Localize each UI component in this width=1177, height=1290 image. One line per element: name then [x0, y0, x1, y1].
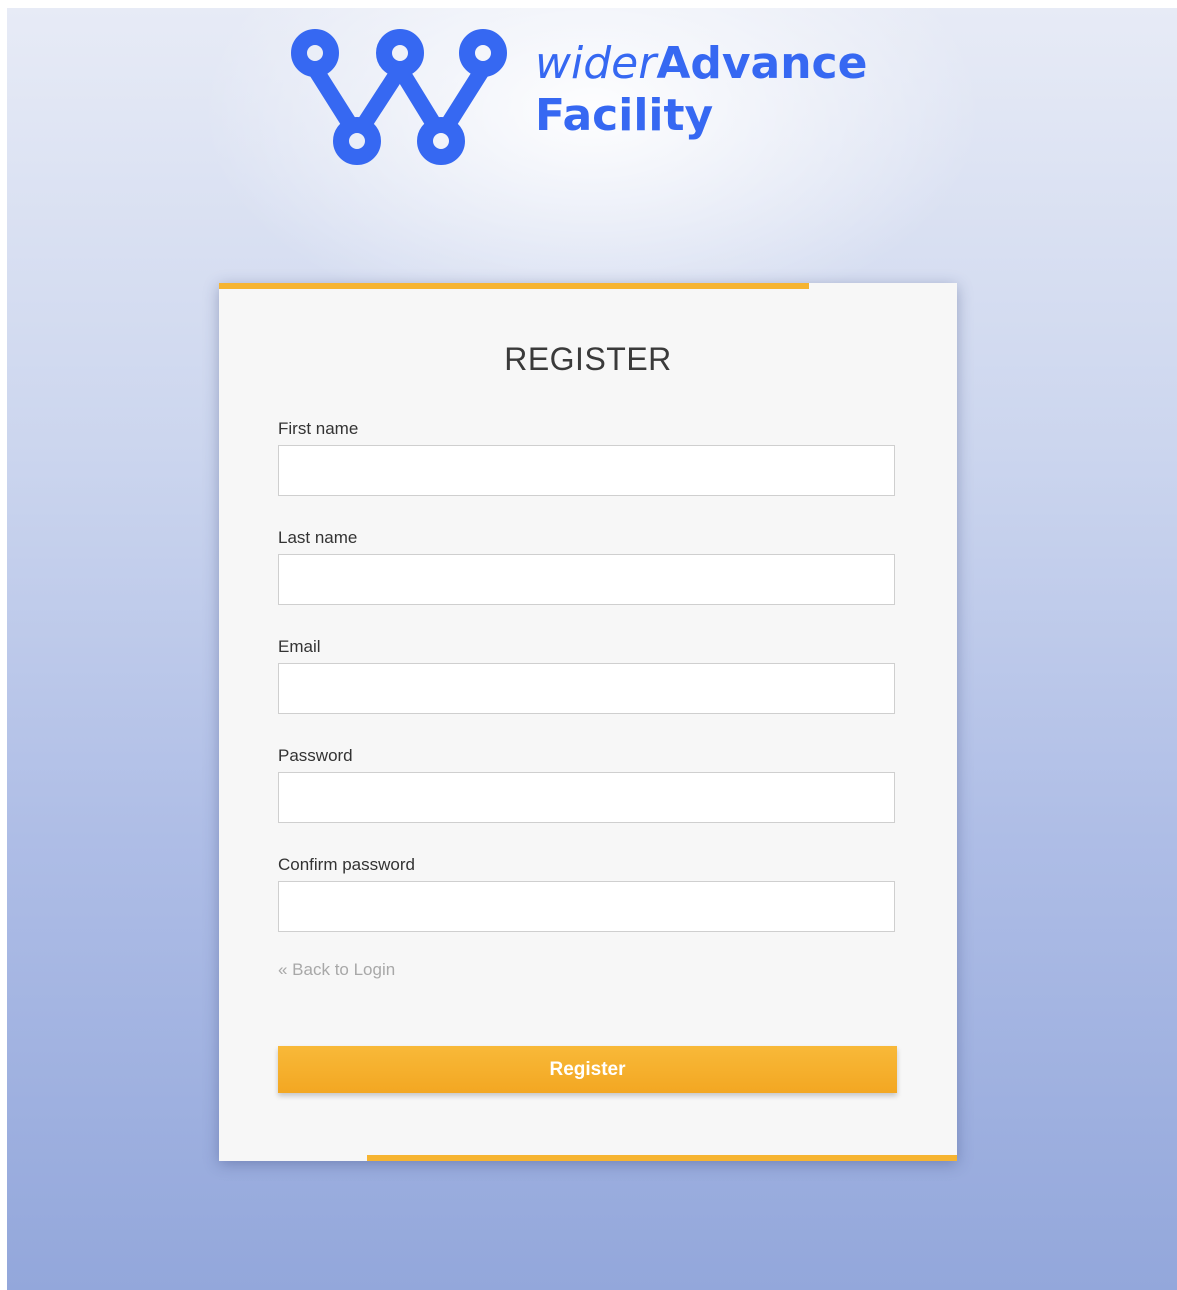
back-to-login-link[interactable]: « Back to Login	[278, 960, 395, 980]
w-node-logo-icon	[291, 29, 507, 165]
brand-name-line2: Facility	[535, 90, 714, 141]
brand-name-bold: Advance	[656, 38, 868, 89]
accent-bar-bottom	[367, 1155, 957, 1161]
email-label: Email	[278, 637, 321, 656]
password-input[interactable]	[278, 772, 895, 823]
first-name-label: First name	[278, 419, 359, 438]
first-name-input[interactable]	[278, 445, 895, 496]
brand-logo: widerAdvance Facility	[287, 26, 907, 176]
last-name-input[interactable]	[278, 554, 895, 605]
last-name-label: Last name	[278, 528, 358, 547]
register-button[interactable]: Register	[278, 1046, 897, 1093]
confirm-password-input[interactable]	[278, 881, 895, 932]
brand-name-light: wider	[535, 38, 657, 89]
confirm-password-label: Confirm password	[278, 855, 415, 874]
register-card: REGISTER First name Last name Email Pass…	[219, 283, 957, 1161]
page-title: REGISTER	[504, 341, 672, 377]
email-input[interactable]	[278, 663, 895, 714]
accent-bar-top	[219, 283, 809, 289]
brand-wordmark: widerAdvance Facility	[535, 38, 867, 142]
password-label: Password	[278, 746, 353, 765]
